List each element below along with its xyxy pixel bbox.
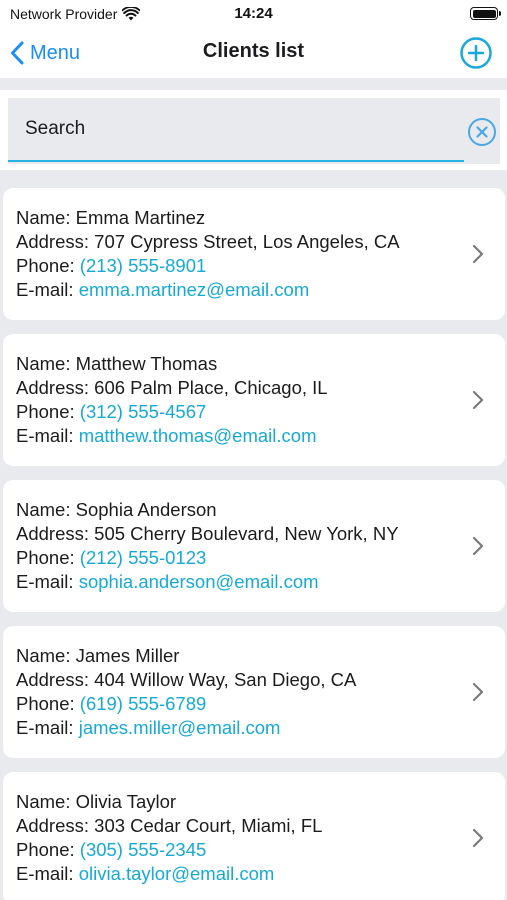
client-card[interactable]: Name: Sophia Anderson Address: 505 Cherr… <box>3 480 505 612</box>
client-phone-link[interactable]: (305) 555-2345 <box>80 839 207 860</box>
client-card[interactable]: Name: Emma Martinez Address: 707 Cypress… <box>3 188 505 320</box>
client-name: Sophia Anderson <box>75 499 217 520</box>
search-box <box>8 98 500 164</box>
client-email-link[interactable]: matthew.thomas@email.com <box>79 425 317 446</box>
client-name: Matthew Thomas <box>75 353 218 374</box>
add-client-button[interactable] <box>459 36 493 70</box>
x-circle-icon <box>468 118 496 146</box>
client-address-line: Address: 505 Cherry Boulevard, New York,… <box>16 523 399 544</box>
client-name-line: Name: Olivia Taylor <box>16 791 177 812</box>
client-email-link[interactable]: emma.martinez@email.com <box>79 279 310 300</box>
client-email-link[interactable]: james.miller@email.com <box>79 717 281 738</box>
client-address: 505 Cherry Boulevard, New York, NY <box>94 523 399 544</box>
client-details: Name: Matthew Thomas Address: 606 Palm P… <box>16 352 328 448</box>
client-phone-line: Phone: (212) 555-0123 <box>16 547 207 568</box>
client-phone-line: Phone: (619) 555-6789 <box>16 693 207 714</box>
client-address: 707 Cypress Street, Los Angeles, CA <box>94 231 400 252</box>
chevron-right-icon <box>472 244 484 264</box>
client-phone-line: Phone: (213) 555-8901 <box>16 255 207 276</box>
client-email-link[interactable]: olivia.taylor@email.com <box>79 863 275 884</box>
client-email-line: E-mail: emma.martinez@email.com <box>16 279 310 300</box>
client-email-line: E-mail: james.miller@email.com <box>16 717 281 738</box>
search-input[interactable] <box>8 98 464 162</box>
plus-circle-icon <box>460 37 492 69</box>
chevron-right-icon <box>472 536 484 556</box>
client-phone-link[interactable]: (619) 555-6789 <box>80 693 207 714</box>
chevron-right-icon <box>472 682 484 702</box>
client-details: Name: Olivia Taylor Address: 303 Cedar C… <box>16 790 322 886</box>
search-section <box>0 90 507 170</box>
client-address-line: Address: 404 Willow Way, San Diego, CA <box>16 669 357 690</box>
clear-search-button[interactable] <box>467 117 497 147</box>
client-address: 404 Willow Way, San Diego, CA <box>94 669 357 690</box>
navigation-bar: Menu Clients list <box>0 28 507 78</box>
client-name: Emma Martinez <box>75 207 206 228</box>
client-phone-line: Phone: (305) 555-2345 <box>16 839 207 860</box>
client-details: Name: Emma Martinez Address: 707 Cypress… <box>16 206 400 302</box>
client-name-line: Name: Matthew Thomas <box>16 353 218 374</box>
client-name-line: Name: Emma Martinez <box>16 207 206 228</box>
client-details: Name: James Miller Address: 404 Willow W… <box>16 644 356 740</box>
back-button-label: Menu <box>30 41 81 64</box>
client-email-line: E-mail: olivia.taylor@email.com <box>16 863 275 884</box>
client-card[interactable]: Name: Olivia Taylor Address: 303 Cedar C… <box>3 772 505 900</box>
client-phone-link[interactable]: (213) 555-8901 <box>80 255 207 276</box>
client-name: James Miller <box>75 645 180 666</box>
client-address: 606 Palm Place, Chicago, IL <box>94 377 328 398</box>
client-email-link[interactable]: sophia.anderson@email.com <box>79 571 319 592</box>
battery-icon <box>470 7 501 20</box>
status-bar: Network Provider 14:24 <box>0 0 507 28</box>
client-name-line: Name: Sophia Anderson <box>16 499 217 520</box>
client-card[interactable]: Name: James Miller Address: 404 Willow W… <box>3 626 505 758</box>
client-email-line: E-mail: matthew.thomas@email.com <box>16 425 317 446</box>
client-details: Name: Sophia Anderson Address: 505 Cherr… <box>16 498 399 594</box>
client-name: Olivia Taylor <box>75 791 177 812</box>
chevron-left-icon <box>11 41 24 65</box>
chevron-right-icon <box>472 828 484 848</box>
client-phone-link[interactable]: (212) 555-0123 <box>80 547 207 568</box>
client-card[interactable]: Name: Matthew Thomas Address: 606 Palm P… <box>3 334 505 466</box>
chevron-right-icon <box>472 390 484 410</box>
client-address: 303 Cedar Court, Miami, FL <box>94 815 323 836</box>
client-address-line: Address: 303 Cedar Court, Miami, FL <box>16 815 323 836</box>
client-address-line: Address: 606 Palm Place, Chicago, IL <box>16 377 328 398</box>
client-email-line: E-mail: sophia.anderson@email.com <box>16 571 319 592</box>
client-phone-link[interactable]: (312) 555-4567 <box>80 401 207 422</box>
back-button[interactable]: Menu <box>10 38 80 68</box>
client-address-line: Address: 707 Cypress Street, Los Angeles… <box>16 231 400 252</box>
status-time: 14:24 <box>234 5 273 22</box>
client-name-line: Name: James Miller <box>16 645 180 666</box>
client-phone-line: Phone: (312) 555-4567 <box>16 401 207 422</box>
